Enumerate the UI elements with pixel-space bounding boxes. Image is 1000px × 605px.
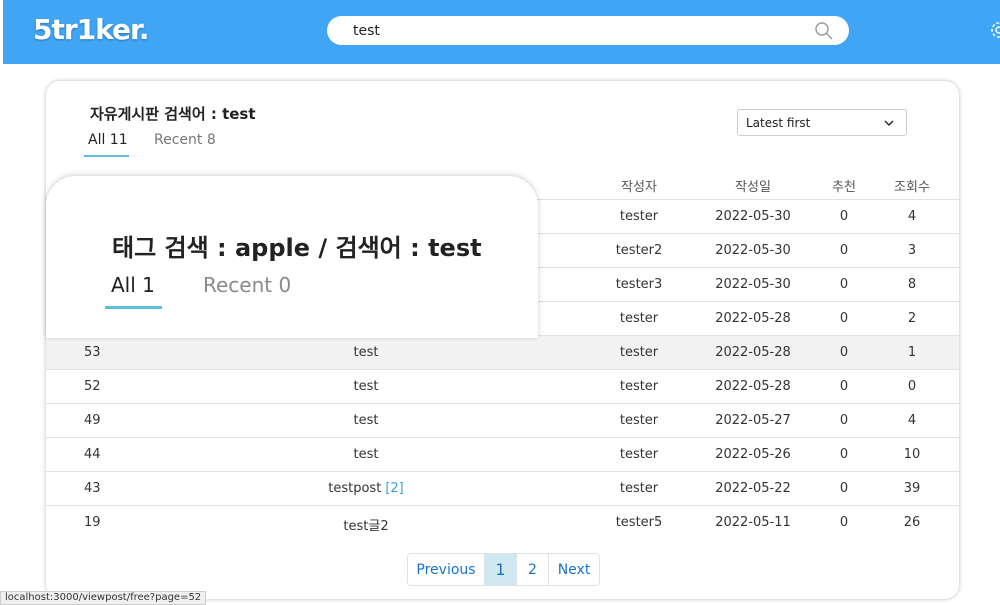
cell-views: 26 xyxy=(903,515,921,530)
post-title-link[interactable]: test xyxy=(354,447,379,462)
cell-date: 2022-05-22 xyxy=(715,481,791,496)
post-title-link[interactable]: test xyxy=(354,379,379,394)
cell-views: 10 xyxy=(903,447,921,462)
gear-icon[interactable] xyxy=(989,20,1000,40)
cell-title[interactable]: testpost [2] xyxy=(328,481,403,496)
cell-date: 2022-05-30 xyxy=(715,209,791,224)
cell-likes: 0 xyxy=(839,447,849,462)
tag-search-overlay: 태그 검색 : apple / 검색어 : test All 1 Recent … xyxy=(46,176,538,338)
cell-author: tester xyxy=(619,311,659,326)
cell-date: 2022-05-30 xyxy=(715,277,791,292)
cell-date: 2022-05-28 xyxy=(715,311,791,326)
comment-count: [2] xyxy=(385,481,404,496)
overlay-active-tab-indicator xyxy=(105,306,162,309)
cell-title[interactable]: test xyxy=(354,345,379,360)
cell-date: 2022-05-26 xyxy=(715,447,791,462)
tab-all[interactable]: All 11 xyxy=(88,132,128,148)
next-page-button[interactable]: Next xyxy=(549,554,599,585)
cell-title[interactable]: test글2 xyxy=(343,515,388,534)
cell-views: 39 xyxy=(903,481,921,496)
search-input[interactable] xyxy=(353,20,793,41)
active-tab-indicator xyxy=(84,155,129,157)
cell-likes: 0 xyxy=(839,481,849,496)
post-title-link[interactable]: test글2 xyxy=(343,519,388,534)
tab-recent[interactable]: Recent 8 xyxy=(154,132,216,148)
overlay-tab-all[interactable]: All 1 xyxy=(111,273,155,297)
overlay-tab-recent[interactable]: Recent 0 xyxy=(203,273,291,297)
cell-author: tester xyxy=(619,447,659,462)
cell-date: 2022-05-11 xyxy=(715,515,791,530)
cell-date: 2022-05-28 xyxy=(715,345,791,360)
board-card: 자유게시판 검색어 : test All 11 Recent 8 Latest … xyxy=(46,81,959,599)
chevron-down-icon xyxy=(884,120,894,126)
cell-views: 1 xyxy=(907,345,917,360)
column-header-views: 조회수 xyxy=(894,180,930,195)
cell-author: tester xyxy=(619,379,659,394)
cell-number: 43 xyxy=(84,481,101,496)
cell-number: 49 xyxy=(84,413,101,428)
cell-views: 2 xyxy=(907,311,917,326)
cell-views: 4 xyxy=(907,209,917,224)
site-logo[interactable]: 5tr1ker. xyxy=(33,13,149,46)
cell-likes: 0 xyxy=(839,311,849,326)
cell-number: 44 xyxy=(84,447,101,462)
cell-author: tester2 xyxy=(615,243,663,258)
cell-likes: 0 xyxy=(839,345,849,360)
column-header-author: 작성자 xyxy=(621,180,657,195)
column-header-date: 작성일 xyxy=(735,180,771,195)
page-button-1[interactable]: 1 xyxy=(485,554,517,585)
page-button-2[interactable]: 2 xyxy=(517,554,549,585)
cell-author: tester3 xyxy=(615,277,663,292)
cell-likes: 0 xyxy=(839,379,849,394)
cell-views: 4 xyxy=(907,413,917,428)
post-title-link[interactable]: testpost xyxy=(328,481,381,496)
cell-author: tester5 xyxy=(615,515,663,530)
cell-author: tester xyxy=(619,345,659,360)
cell-likes: 0 xyxy=(839,243,849,258)
search-icon[interactable] xyxy=(814,21,834,41)
table-row[interactable]: 49 test tester 2022-05-27 0 4 xyxy=(46,403,959,437)
previous-page-button[interactable]: Previous xyxy=(408,554,485,585)
post-title-link[interactable]: test xyxy=(354,345,379,360)
sort-selected-label: Latest first xyxy=(746,116,811,130)
browser-status-bar: localhost:3000/viewpost/free?page=52 xyxy=(0,591,207,605)
cell-views: 8 xyxy=(907,277,917,292)
table-row[interactable]: 43 testpost [2] tester 2022-05-22 0 39 xyxy=(46,471,959,505)
cell-author: tester xyxy=(619,481,659,496)
cell-title[interactable]: test xyxy=(354,413,379,428)
search-bar[interactable] xyxy=(327,16,849,45)
cell-number: 19 xyxy=(84,515,101,530)
cell-date: 2022-05-30 xyxy=(715,243,791,258)
cell-likes: 0 xyxy=(839,413,849,428)
board-title: 자유게시판 검색어 : test xyxy=(90,105,256,123)
cell-title[interactable]: test xyxy=(354,379,379,394)
table-row[interactable]: 44 test tester 2022-05-26 0 10 xyxy=(46,437,959,471)
cell-number: 52 xyxy=(84,379,101,394)
tag-search-title: 태그 검색 : apple / 검색어 : test xyxy=(112,234,482,262)
cell-title[interactable]: test xyxy=(354,447,379,462)
sort-dropdown[interactable]: Latest first xyxy=(737,109,907,136)
cell-number: 53 xyxy=(84,345,101,360)
cell-author: tester xyxy=(619,209,659,224)
post-title-link[interactable]: test xyxy=(354,413,379,428)
cell-date: 2022-05-27 xyxy=(715,413,791,428)
top-header: 5tr1ker. xyxy=(3,0,1000,64)
cell-likes: 0 xyxy=(839,209,849,224)
cell-date: 2022-05-28 xyxy=(715,379,791,394)
cell-likes: 0 xyxy=(839,277,849,292)
table-row[interactable]: 52 test tester 2022-05-28 0 0 xyxy=(46,369,959,403)
table-row[interactable]: 53 test tester 2022-05-28 0 1 xyxy=(46,335,959,369)
cell-likes: 0 xyxy=(839,515,849,530)
cell-author: tester xyxy=(619,413,659,428)
cell-views: 0 xyxy=(907,379,917,394)
table-row[interactable]: 19 test글2 tester5 2022-05-11 0 26 xyxy=(46,505,959,539)
pagination: Previous 1 2 Next xyxy=(407,553,600,586)
cell-views: 3 xyxy=(907,243,917,258)
column-header-likes: 추천 xyxy=(832,180,856,195)
